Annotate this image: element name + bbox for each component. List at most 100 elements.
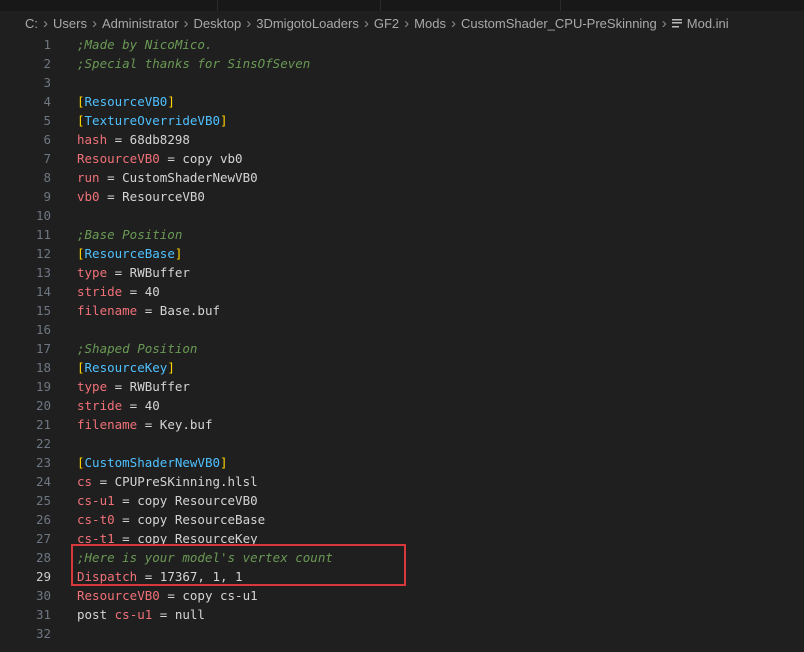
code-line[interactable]: 24 cs = CPUPreSKinning.hlsl (0, 472, 804, 491)
line-number: 31 (35, 607, 51, 622)
code-line[interactable]: 17 ;Shaped Position (0, 339, 804, 358)
code-token: stride (77, 284, 123, 299)
breadcrumb-file[interactable]: Mod.ini (687, 16, 729, 31)
code-token: stride (77, 398, 123, 413)
line-number: 19 (35, 379, 51, 394)
breadcrumb-segment[interactable]: Administrator (102, 16, 179, 31)
code-line[interactable]: 9 vb0 = ResourceVB0 (0, 187, 804, 206)
code-text: cs-t1 = copy ResourceKey (77, 529, 258, 548)
code-line[interactable]: 19 type = RWBuffer (0, 377, 804, 396)
code-line[interactable]: 8 run = CustomShaderNewVB0 (0, 168, 804, 187)
code-token: ] (167, 94, 175, 109)
code-text: run = CustomShaderNewVB0 (77, 168, 258, 187)
code-token: ] (220, 455, 228, 470)
code-line[interactable]: 31 post cs-u1 = null (0, 605, 804, 624)
line-number: 21 (35, 417, 51, 432)
code-token: = null (152, 607, 205, 622)
code-token: [ (77, 94, 85, 109)
code-line[interactable]: 13 type = RWBuffer (0, 263, 804, 282)
breadcrumb-segment[interactable]: CustomShader_CPU-PreSkinning (461, 16, 657, 31)
breadcrumb-segment[interactable]: Mods (414, 16, 446, 31)
code-token: TextureOverrideVB0 (84, 113, 220, 128)
code-token: ;Here is your model's vertex count (77, 550, 333, 565)
code-token: [ (77, 113, 85, 128)
breadcrumb-segment[interactable]: Desktop (194, 16, 242, 31)
code-line[interactable]: 21 filename = Key.buf (0, 415, 804, 434)
code-token: = Base.buf (137, 303, 221, 318)
code-line[interactable]: 20 stride = 40 (0, 396, 804, 415)
code-token: cs (77, 474, 93, 489)
code-line[interactable]: 32 (0, 624, 804, 643)
breadcrumb-segment[interactable]: C: (25, 16, 38, 31)
code-line[interactable]: 29 Dispatch = 17367, 1, 1 (0, 567, 804, 586)
code-token: cs-u1 (77, 493, 115, 508)
code-line[interactable]: 22 (0, 434, 804, 453)
code-line[interactable]: 12 [ResourceBase] (0, 244, 804, 263)
code-token: Dispatch (77, 569, 138, 584)
code-line[interactable]: 1 ;Made by NicoMico. (0, 35, 804, 54)
line-number: 7 (43, 151, 51, 166)
code-line[interactable]: 6 hash = 68db8298 (0, 130, 804, 149)
code-token: ;Shaped Position (77, 341, 198, 356)
code-token: = ResourceVB0 (99, 189, 205, 204)
breadcrumb-segment[interactable]: GF2 (374, 16, 399, 31)
code-line[interactable]: 2 ;Special thanks for SinsOfSeven (0, 54, 804, 73)
code-text: Dispatch = 17367, 1, 1 (77, 567, 243, 586)
code-token: hash (77, 132, 108, 147)
tab-strip (0, 0, 804, 11)
code-token: filename (77, 303, 138, 318)
line-number: 3 (43, 75, 51, 90)
code-line[interactable]: 3 (0, 73, 804, 92)
code-text: ResourceVB0 = copy vb0 (77, 149, 243, 168)
code-text: post cs-u1 = null (77, 605, 205, 624)
code-line[interactable]: 25 cs-u1 = copy ResourceVB0 (0, 491, 804, 510)
line-number: 12 (35, 246, 51, 261)
code-token: = copy ResourceVB0 (114, 493, 258, 508)
code-token: ResourceVB0 (77, 151, 160, 166)
code-token: = 40 (122, 398, 160, 413)
code-token: = 68db8298 (107, 132, 190, 147)
code-editor[interactable]: 1 ;Made by NicoMico. 2 ;Special thanks for … (0, 34, 804, 652)
code-line[interactable]: 18 [ResourceKey] (0, 358, 804, 377)
code-token: ] (220, 113, 228, 128)
code-text: [ResourceBase] (77, 244, 182, 263)
chevron-right-icon: › (183, 14, 189, 32)
breadcrumb-segment[interactable]: Users (53, 16, 87, 31)
code-line[interactable]: 5 [TextureOverrideVB0] (0, 111, 804, 130)
line-number: 15 (35, 303, 51, 318)
line-number: 25 (35, 493, 51, 508)
code-line[interactable]: 7 ResourceVB0 = copy vb0 (0, 149, 804, 168)
code-line[interactable]: 4 [ResourceVB0] (0, 92, 804, 111)
code-text: type = RWBuffer (77, 377, 190, 396)
code-line[interactable]: 28 ;Here is your model's vertex count (0, 548, 804, 567)
breadcrumb-segment[interactable]: 3DmigotoLoaders (256, 16, 359, 31)
code-token: = 40 (122, 284, 160, 299)
code-text: ;Made by NicoMico. (77, 35, 212, 54)
code-token: = copy vb0 (159, 151, 243, 166)
code-token: ResourceVB0 (84, 94, 168, 109)
line-number: 20 (35, 398, 51, 413)
code-line[interactable]: 15 filename = Base.buf (0, 301, 804, 320)
line-number: 8 (43, 170, 51, 185)
code-line[interactable]: 14 stride = 40 (0, 282, 804, 301)
code-line[interactable]: 27 cs-t1 = copy ResourceKey (0, 529, 804, 548)
line-number: 11 (35, 227, 51, 242)
chevron-right-icon: › (661, 14, 667, 32)
code-token: run (77, 170, 100, 185)
code-line[interactable]: 16 (0, 320, 804, 339)
line-number: 13 (35, 265, 51, 280)
code-line[interactable]: 23 [CustomShaderNewVB0] (0, 453, 804, 472)
line-number: 23 (35, 455, 51, 470)
code-text: [ResourceVB0] (77, 92, 175, 111)
code-text: filename = Key.buf (77, 415, 212, 434)
code-text: hash = 68db8298 (77, 130, 190, 149)
code-line[interactable]: 10 (0, 206, 804, 225)
line-number: 4 (43, 94, 51, 109)
line-number: 1 (43, 37, 51, 52)
code-line[interactable]: 26 cs-t0 = copy ResourceBase (0, 510, 804, 529)
code-line[interactable]: 30 ResourceVB0 = copy cs-u1 (0, 586, 804, 605)
tab-divider (217, 0, 218, 11)
code-token: = 17367, 1, 1 (137, 569, 243, 584)
code-token: = CustomShaderNewVB0 (99, 170, 258, 185)
code-line[interactable]: 11 ;Base Position (0, 225, 804, 244)
